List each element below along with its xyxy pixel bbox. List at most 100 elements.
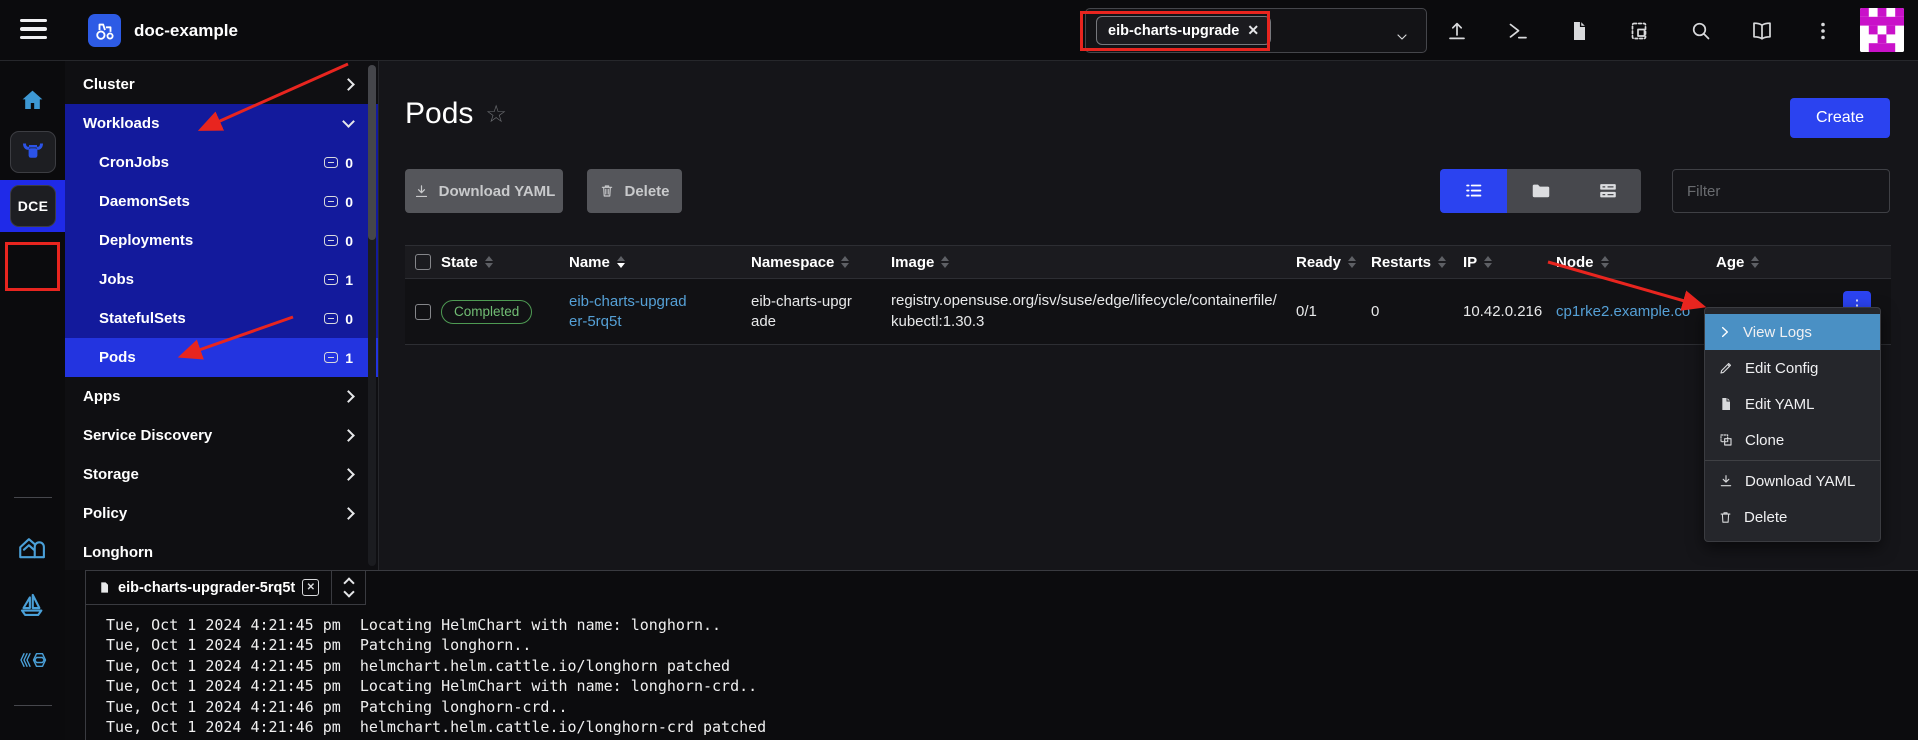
sidebar-item-statefulsets[interactable]: StatefulSets 0	[65, 299, 379, 338]
log-line: Tue, Oct 1 2024 4:21:45 pmLocating HelmC…	[106, 615, 766, 635]
column-header-name[interactable]: Name	[569, 254, 751, 271]
sort-icon	[841, 256, 849, 269]
copy-kubeconfig-button[interactable]	[1627, 18, 1653, 44]
column-header-age[interactable]: Age	[1716, 254, 1891, 271]
count-capsule-icon	[324, 352, 338, 363]
create-button[interactable]: Create	[1790, 98, 1890, 138]
sidebar-item-daemonsets[interactable]: DaemonSets 0	[65, 182, 379, 221]
menu-divider	[1705, 460, 1880, 461]
download-kubeconfig-button[interactable]	[1566, 18, 1592, 44]
pod-name-link[interactable]: eib-charts-upgrader-5rq5t	[569, 293, 687, 330]
docs-button[interactable]	[1749, 18, 1775, 44]
filter-input[interactable]	[1672, 169, 1890, 213]
book-icon	[1750, 19, 1774, 43]
menu-item-view-logs[interactable]: View Logs	[1705, 314, 1880, 350]
table-row[interactable]: Completed eib-charts-upgrader-5rq5t eib-…	[405, 279, 1891, 345]
column-header-namespace[interactable]: Namespace	[751, 254, 891, 271]
namespace-chip[interactable]: eib-charts-upgrade ✕	[1096, 16, 1271, 45]
menu-item-edit-yaml[interactable]: Edit YAML	[1705, 386, 1880, 422]
user-avatar-button[interactable]	[1860, 8, 1904, 52]
chevron-right-icon	[1718, 325, 1732, 339]
sort-icon	[1601, 256, 1609, 269]
column-header-restarts[interactable]: Restarts	[1371, 254, 1463, 271]
chevron-right-icon	[342, 390, 355, 403]
sidebar-item-jobs[interactable]: Jobs 1	[65, 260, 379, 299]
menu-item-clone[interactable]: Clone	[1705, 422, 1880, 458]
log-tab-bar: eib-charts-upgrader-5rq5t ✕	[86, 571, 366, 605]
namespace-filter[interactable]: eib-charts-upgrade ✕	[1085, 8, 1427, 53]
rail-cluster-button[interactable]	[10, 131, 56, 173]
chevron-right-icon	[342, 507, 355, 520]
grouped-view-button[interactable]	[1574, 169, 1641, 213]
favorite-star-icon[interactable]: ☆	[485, 100, 507, 129]
import-yaml-button[interactable]	[1444, 18, 1470, 44]
sidebar-item-service-discovery[interactable]: Service Discovery	[65, 416, 379, 455]
folder-view-button[interactable]	[1507, 169, 1574, 213]
chip-remove-icon[interactable]: ✕	[1247, 22, 1259, 39]
rail-barn-button[interactable]	[17, 533, 47, 564]
app-screen: doc-example eib-charts-upgrade ✕	[0, 0, 1918, 740]
log-line: Tue, Oct 1 2024 4:21:46 pmPatching longh…	[106, 697, 766, 717]
chevron-right-icon	[342, 468, 355, 481]
kubectl-shell-button[interactable]	[1505, 18, 1531, 44]
column-header-state[interactable]: State	[441, 254, 569, 271]
hamburger-menu-button[interactable]	[20, 19, 47, 41]
sidebar-item-cluster[interactable]: Cluster	[65, 65, 379, 104]
copy-icon	[1628, 19, 1652, 43]
rows-icon	[1597, 180, 1619, 202]
download-yaml-button[interactable]: Download YAML	[405, 169, 563, 213]
sidebar-scrollbar[interactable]	[368, 65, 376, 566]
row-checkbox[interactable]	[415, 304, 431, 320]
chevron-right-icon	[342, 429, 355, 442]
menu-item-delete[interactable]: Delete	[1705, 499, 1880, 535]
home-icon	[19, 87, 46, 114]
status-badge: Completed	[441, 300, 532, 324]
delete-button[interactable]: Delete	[587, 169, 682, 213]
sidebar-item-longhorn[interactable]: Longhorn	[65, 533, 379, 570]
search-button[interactable]	[1688, 18, 1714, 44]
sort-icon-active	[617, 256, 625, 269]
column-header-node[interactable]: Node	[1556, 254, 1716, 271]
select-all-checkbox[interactable]	[415, 254, 431, 270]
sidebar-item-apps[interactable]: Apps	[65, 377, 379, 416]
more-options-button[interactable]	[1810, 18, 1836, 44]
topbar-actions	[1444, 18, 1836, 44]
log-tab[interactable]: eib-charts-upgrader-5rq5t ✕	[86, 571, 332, 605]
log-panel-expand-button[interactable]	[332, 571, 366, 605]
sidebar-item-pods[interactable]: Pods 1	[65, 338, 379, 377]
sidebar-item-cronjobs[interactable]: CronJobs 0	[65, 143, 379, 182]
node-link[interactable]: cp1rke2.example.co	[1556, 303, 1690, 320]
sidebar-item-policy[interactable]: Policy	[65, 494, 379, 533]
menu-item-edit-config[interactable]: Edit Config	[1705, 350, 1880, 386]
rail-honeycomb-button[interactable]	[17, 651, 49, 674]
ip-cell: 10.42.0.216	[1463, 303, 1556, 320]
column-header-ready[interactable]: Ready	[1296, 254, 1371, 271]
column-header-ip[interactable]: IP	[1463, 254, 1556, 271]
log-tab-close-button[interactable]: ✕	[302, 579, 319, 596]
cluster-title: doc-example	[134, 0, 238, 61]
sort-icon	[1484, 256, 1492, 269]
rail-home-button[interactable]	[19, 87, 46, 119]
sidebar-item-storage[interactable]: Storage	[65, 455, 379, 494]
sort-icon	[1438, 256, 1446, 269]
menu-item-download-yaml[interactable]: Download YAML	[1705, 463, 1880, 499]
app-logo[interactable]	[88, 14, 121, 47]
column-header-image[interactable]: Image	[891, 254, 1296, 271]
folder-icon	[1530, 180, 1552, 202]
sidebar-item-workloads[interactable]: Workloads	[65, 104, 379, 143]
scrollbar-thumb[interactable]	[368, 65, 376, 240]
log-output: Tue, Oct 1 2024 4:21:45 pmLocating HelmC…	[106, 615, 766, 737]
sidebar-item-deployments[interactable]: Deployments 0	[65, 221, 379, 260]
count-capsule-icon	[324, 313, 338, 324]
namespace-cell: eib-charts-upgrade	[751, 292, 853, 331]
list-icon	[1463, 180, 1485, 202]
count-badge: 1	[345, 350, 353, 366]
log-panel: eib-charts-upgrader-5rq5t ✕ Tue, Oct 1 2…	[85, 570, 1918, 740]
list-view-button[interactable]	[1440, 169, 1507, 213]
rail-divider	[14, 497, 52, 498]
rail-sailboat-button[interactable]	[17, 589, 47, 622]
rail-cluster-dce-button[interactable]: DCE	[10, 185, 56, 227]
sidebar-nav: Cluster Workloads CronJobs 0 DaemonSets …	[65, 61, 379, 570]
count-capsule-icon	[324, 157, 338, 168]
count-badge: 1	[345, 272, 353, 288]
